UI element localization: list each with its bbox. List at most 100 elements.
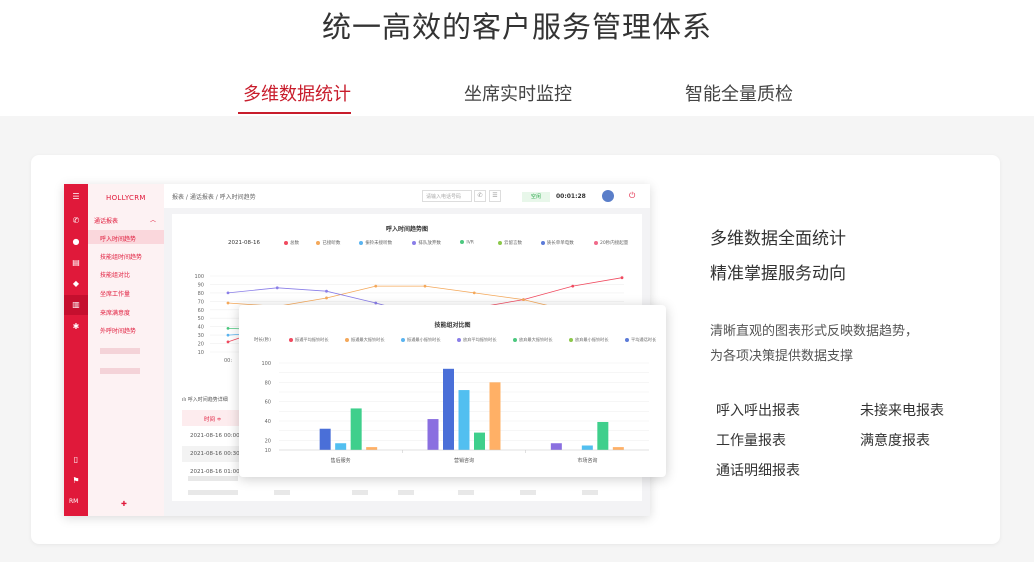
data-point (226, 326, 230, 330)
x-tick-label: 00: (224, 358, 232, 364)
data-point (571, 284, 575, 288)
rail-label: RM (69, 498, 79, 505)
data-point (374, 284, 378, 288)
bar-chart: 10 20 40 60 80 100 售后服务 营销咨询 市场咨询 (261, 361, 649, 464)
clipboard-icon: ▤ (72, 258, 80, 267)
y-tick-label: 20 (198, 342, 204, 348)
bar (612, 447, 624, 450)
data-point (522, 298, 525, 302)
feature-desc-1: 清晰直观的图表形式反映数据趋势， (710, 324, 919, 339)
data-point (226, 291, 230, 295)
placeholder-bar (188, 476, 238, 481)
data-point (226, 301, 230, 305)
data-point (374, 301, 378, 305)
y-tick-label: 30 (198, 333, 204, 339)
y-tick-label: 100 (261, 361, 271, 367)
data-point (226, 333, 230, 337)
sidebar-item-skill-trend: 技能组时间趋势 (100, 254, 143, 261)
gear-icon: ✱ (72, 322, 80, 331)
bar-chart-card: 技能组对比图 时长(秒) 振通平均振铃时长 振通最大振铃时长 振通最小振铃时长 放弃平… (239, 305, 666, 477)
table-row: 2021-08-16 00:30 (182, 446, 244, 462)
sidebar-placeholder (100, 348, 140, 354)
y-tick-label: 10 (265, 448, 271, 454)
table-header-time: 时间 ≑ (182, 410, 244, 426)
document-icon: ☰ (489, 190, 501, 202)
page-title: 统一高效的客户服务管理体系 (321, 10, 712, 44)
placeholder-bar (582, 490, 598, 495)
y-tick-label: 90 (198, 282, 204, 288)
sidebar-item-skill-compare: 技能组对比 (100, 272, 131, 279)
y-tick-label: 80 (265, 380, 271, 386)
phone-icon: ✆ (72, 216, 80, 225)
search-input: 请输入电话号码 (422, 190, 472, 202)
bar (458, 390, 470, 450)
bar (350, 408, 362, 450)
book-icon: ▯ (73, 455, 79, 464)
brand-logo: HOLLYCRM (106, 194, 146, 202)
data-point (275, 286, 279, 290)
sidebar-item-inbound-trend: 呼入时间趋势 (100, 236, 137, 243)
placeholder-bar (274, 490, 290, 495)
bar (319, 428, 331, 450)
bar (335, 443, 347, 450)
data-point (325, 289, 328, 293)
x-tick-label: 营销咨询 (454, 457, 474, 464)
bar (366, 447, 378, 450)
sidebar-item-agent-workload: 坐席工作量 (100, 291, 131, 298)
bar (581, 445, 593, 450)
tab-bar: 多维数据统计 坐席实时监控 智能全量质检 (0, 80, 1034, 116)
menu-icon: ☰ (72, 192, 80, 201)
report-link-workload[interactable]: 工作量报表 (716, 430, 786, 450)
y-tick-label: 60 (265, 400, 271, 406)
table-row: 2021-08-16 00:00 (190, 433, 240, 439)
report-link-missed-calls[interactable]: 未接来电报表 (860, 400, 944, 420)
data-point (620, 276, 624, 280)
report-link-satisfaction[interactable]: 满意度报表 (860, 430, 930, 450)
data-point (325, 296, 328, 300)
user-icon: ● (72, 237, 80, 246)
placeholder-bar (520, 490, 536, 495)
placeholder-bar (188, 490, 238, 495)
y-tick-label: 40 (265, 419, 271, 425)
sidebar-item-satisfaction: 来席满意度 (100, 310, 131, 317)
call-timer: 00:01:28 (556, 193, 586, 200)
flag-icon: ⚑ (72, 476, 80, 485)
y-tick-label: 100 (194, 274, 204, 280)
sidebar-group-call-report: 通话报表 (94, 218, 119, 225)
data-point (423, 284, 427, 288)
sidebar-item-outbound-trend: 外呼时间趋势 (100, 328, 137, 335)
plus-icon: ✚ (121, 500, 127, 508)
app-header: 报表 / 通话报表 / 呼入时间趋势 请输入电话号码 ✆ ☰ 空闲 00:01:… (164, 184, 650, 208)
tab-smart-quality-check[interactable]: 智能全量质检 (685, 80, 793, 106)
x-tick-label: 市场咨询 (577, 457, 597, 464)
bar (550, 443, 562, 450)
x-tick-label: 售后服务 (331, 457, 351, 464)
y-tick-label: 80 (198, 291, 204, 297)
power-icon: ⏻ (629, 191, 636, 200)
sidebar: HOLLYCRM 通话报表 ︿ 呼入时间趋势 技能组时间趋势 技能组对比 坐席工… (88, 184, 164, 516)
icon-rail: ☰ ✆ ● ▤ ◆ ▥ ✱ ▯ ⚑ RM (64, 184, 88, 516)
tab-agent-realtime-monitor[interactable]: 坐席实时监控 (464, 80, 572, 106)
y-tick-label: 50 (198, 316, 204, 322)
bar (443, 368, 454, 450)
feature-title-2: 精准掌握服务动向 (710, 264, 846, 284)
y-tick-label: 60 (198, 308, 204, 314)
tab-multi-dimension-stats[interactable]: 多维数据统计 (243, 80, 351, 106)
avatar (602, 190, 614, 202)
feature-desc-2: 为各项决策提供数据支撑 (710, 349, 854, 364)
data-point (472, 291, 476, 295)
y-tick-label: 10 (198, 350, 204, 356)
table-label: ılı 呼入时间趋势详细 (182, 397, 228, 403)
placeholder-bar (352, 490, 368, 495)
data-point (226, 340, 230, 344)
active-tab-underline (238, 112, 351, 114)
report-link-inbound-outbound[interactable]: 呼入呼出报表 (716, 400, 800, 420)
bar (427, 419, 439, 450)
placeholder-bar (458, 490, 474, 495)
bar (597, 421, 609, 450)
report-link-call-details[interactable]: 通话明细报表 (716, 460, 800, 480)
y-tick-label: 40 (198, 325, 204, 331)
sidebar-placeholder (100, 368, 140, 374)
feature-title-1: 多维数据全面统计 (710, 229, 846, 249)
y-tick-label: 70 (198, 299, 204, 305)
